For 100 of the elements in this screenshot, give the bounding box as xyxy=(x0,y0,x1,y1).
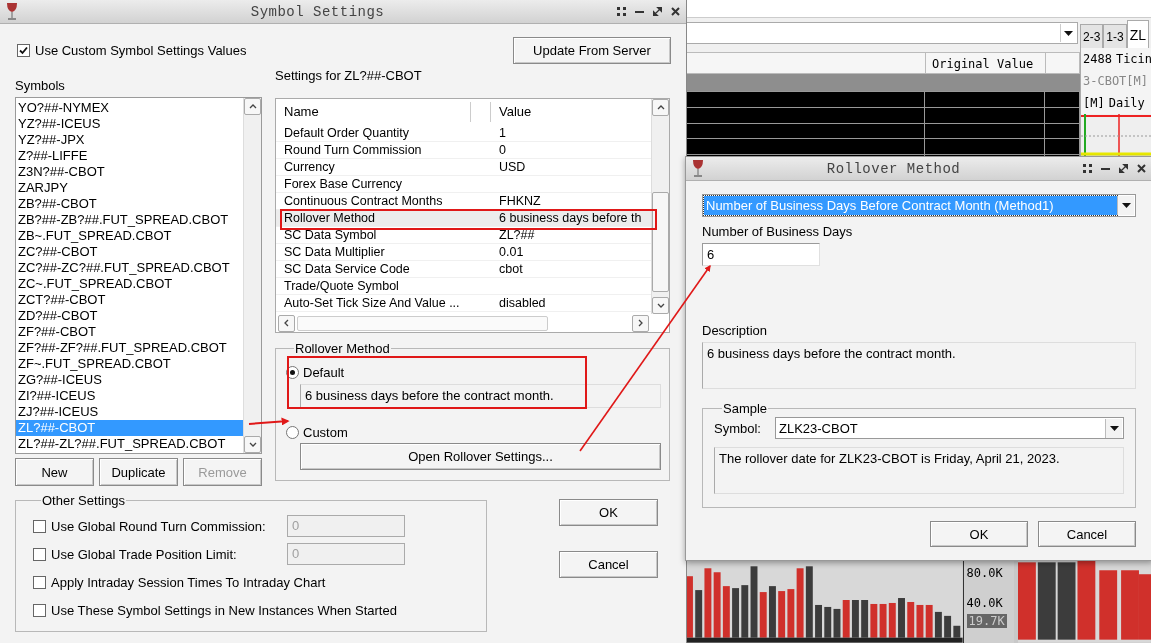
close-icon[interactable] xyxy=(671,7,680,16)
list-item[interactable]: ZD?##-CBOT xyxy=(16,308,243,324)
checkbox-label[interactable]: Use Custom Symbol Settings Values xyxy=(35,43,247,58)
input-field[interactable]: 6 xyxy=(702,243,820,266)
list-item[interactable]: ZF?##-ZF?##.FUT_SPREAD.CBOT xyxy=(16,340,243,356)
column-header[interactable]: Name xyxy=(276,102,471,122)
checkbox-label[interactable]: Use Global Trade Position Limit: xyxy=(51,546,237,562)
volume-readout: 19.7K xyxy=(966,614,1007,628)
group-title: Sample xyxy=(722,401,769,416)
table-row[interactable]: Forex Base Currency xyxy=(276,176,651,193)
list-item[interactable]: Z?##-LIFFE xyxy=(16,148,243,164)
checkbox[interactable] xyxy=(17,44,30,57)
window-title: Rollover Method xyxy=(825,160,962,177)
button[interactable]: New xyxy=(15,458,94,486)
maximize-icon[interactable] xyxy=(653,7,662,16)
list-item[interactable]: ZB?##-ZB?##.FUT_SPREAD.CBOT xyxy=(16,212,243,228)
wine-glass-icon xyxy=(6,1,18,22)
table-row[interactable]: Trade/Quote Symbol xyxy=(276,278,651,295)
table-cell-text: Rollover Method xyxy=(283,210,376,227)
tab[interactable]: ZL xyxy=(1126,20,1150,48)
group-title: Rollover Method xyxy=(294,341,391,356)
checkbox-label[interactable]: Use These Symbol Settings in New Instances When Started xyxy=(51,602,397,618)
description-box: 6 business days before the contract month. xyxy=(300,384,661,408)
list-item[interactable]: ZI?##-ICEUS xyxy=(16,388,243,404)
table-row[interactable]: Currency USD xyxy=(276,159,651,176)
list-item[interactable]: YZ?##-ICEUS xyxy=(16,116,243,132)
table-cell-text: Trade/Quote Symbol xyxy=(283,278,400,295)
window-title: Symbol Settings xyxy=(249,3,386,20)
dropdown-arrow-icon xyxy=(1064,30,1073,36)
grip-icon[interactable] xyxy=(617,7,626,16)
list-item[interactable]: YZ?##-JPX xyxy=(16,132,243,148)
button[interactable]: Duplicate xyxy=(99,458,178,486)
table-cell-text: ZL?## xyxy=(498,227,536,244)
column-header[interactable]: Value xyxy=(491,102,651,122)
list-item[interactable]: ZG?##-ICEUS xyxy=(16,372,243,388)
scrollbar[interactable] xyxy=(651,99,669,314)
list-item[interactable]: ZC?##-ZC?##.FUT_SPREAD.CBOT xyxy=(16,260,243,276)
symbol-list[interactable] xyxy=(15,97,262,454)
table-cell-text: 1 xyxy=(498,125,507,142)
list-item[interactable]: Z3N?##-CBOT xyxy=(16,164,243,180)
checkbox-label[interactable]: Apply Intraday Session Times To Intraday Chart xyxy=(51,574,326,590)
maximize-icon[interactable] xyxy=(1119,164,1128,173)
table-cell-text: Round Turn Commission xyxy=(283,142,423,159)
chart-title: 3-CBOT[M] xyxy=(1083,74,1149,88)
table-cell-text: 0 xyxy=(498,142,507,159)
radio-label[interactable]: Default xyxy=(303,364,345,380)
list-item[interactable]: ZARJPY xyxy=(16,180,243,196)
table-cell-text: Currency xyxy=(283,159,336,176)
table-cell-text: Default Order Quantity xyxy=(283,125,411,142)
group-title: Other Settings xyxy=(41,493,127,508)
tab[interactable]: 1-3 xyxy=(1103,24,1127,48)
table-cell-text: 0.01 xyxy=(498,244,525,261)
dropdown-arrow-icon xyxy=(1109,425,1119,431)
table-cell-text: Continuous Contract Months xyxy=(283,193,444,210)
checkbox[interactable] xyxy=(33,547,46,561)
symbol-dropdown[interactable]: ZLK23-CBOT xyxy=(774,417,1124,439)
radio-button[interactable] xyxy=(286,425,299,439)
update-button[interactable]: Update From Server xyxy=(513,37,671,64)
radio-label[interactable]: Custom xyxy=(303,424,348,440)
open-rollover-button[interactable]: Open Rollover Settings... xyxy=(300,443,661,470)
table-row[interactable]: SC Data Multiplier 0.01 xyxy=(276,244,651,261)
field-label: Description xyxy=(702,323,769,338)
result-box: The rollover date for ZLK23-CBOT is Friday, April 21, 2023. xyxy=(714,447,1124,494)
chart-label: [M] xyxy=(1083,96,1105,110)
list-item[interactable]: ZF~.FUT_SPREAD.CBOT xyxy=(16,356,243,372)
list-item[interactable]: ZB?##-CBOT xyxy=(16,196,243,212)
table-cell-text: cbot xyxy=(498,261,524,278)
list-item[interactable]: YO?##-NYMEX xyxy=(16,100,243,116)
scrollbar[interactable] xyxy=(243,98,261,453)
checkbox[interactable] xyxy=(33,603,46,617)
annotation-arrow xyxy=(248,417,290,426)
table-cell-text: FHKNZ xyxy=(498,193,542,210)
dialog-button[interactable]: Cancel xyxy=(1038,521,1136,547)
dialog-button[interactable]: Cancel xyxy=(559,551,658,578)
table-cell-text: disabled xyxy=(498,295,547,312)
table-row[interactable]: Default Order Quantity 1 xyxy=(276,125,651,142)
list-item[interactable]: ZCT?##-CBOT xyxy=(16,292,243,308)
list-item[interactable]: ZB~.FUT_SPREAD.CBOT xyxy=(16,228,243,244)
table-cell-text: SC Data Service Code xyxy=(283,261,411,278)
list-item[interactable]: ZJ?##-ICEUS xyxy=(16,404,243,420)
table-cell-text: Forex Base Currency xyxy=(283,176,404,193)
close-icon[interactable] xyxy=(1137,164,1146,173)
list-item[interactable]: ZC~.FUT_SPREAD.CBOT xyxy=(16,276,243,292)
list-item[interactable]: ZC?##-CBOT xyxy=(16,244,243,260)
dialog-button[interactable]: OK xyxy=(930,521,1028,547)
table-cell-text: SC Data Multiplier xyxy=(283,244,386,261)
table-row[interactable]: SC Data Symbol ZL?## xyxy=(276,227,651,244)
table-row[interactable]: Auto-Set Tick Size And Value ... disabled xyxy=(276,295,651,312)
scrollbar[interactable] xyxy=(276,314,651,332)
dialog-button[interactable]: OK xyxy=(559,499,658,526)
list-item[interactable]: ZL?##-ZL?##.FUT_SPREAD.CBOT xyxy=(16,436,243,452)
list-item[interactable]: ZF?##-CBOT xyxy=(16,324,243,340)
checkbox[interactable] xyxy=(33,575,46,589)
checkbox-label[interactable]: Use Global Round Turn Commission: xyxy=(51,518,266,534)
table-row[interactable]: Round Turn Commission 0 xyxy=(276,142,651,159)
grip-icon[interactable] xyxy=(1083,164,1092,173)
tab[interactable]: 2-3 xyxy=(1080,24,1104,48)
checkbox[interactable] xyxy=(33,519,46,533)
table-cell-text: SC Data Symbol xyxy=(283,227,378,244)
table-row[interactable]: SC Data Service Code cbot xyxy=(276,261,651,278)
